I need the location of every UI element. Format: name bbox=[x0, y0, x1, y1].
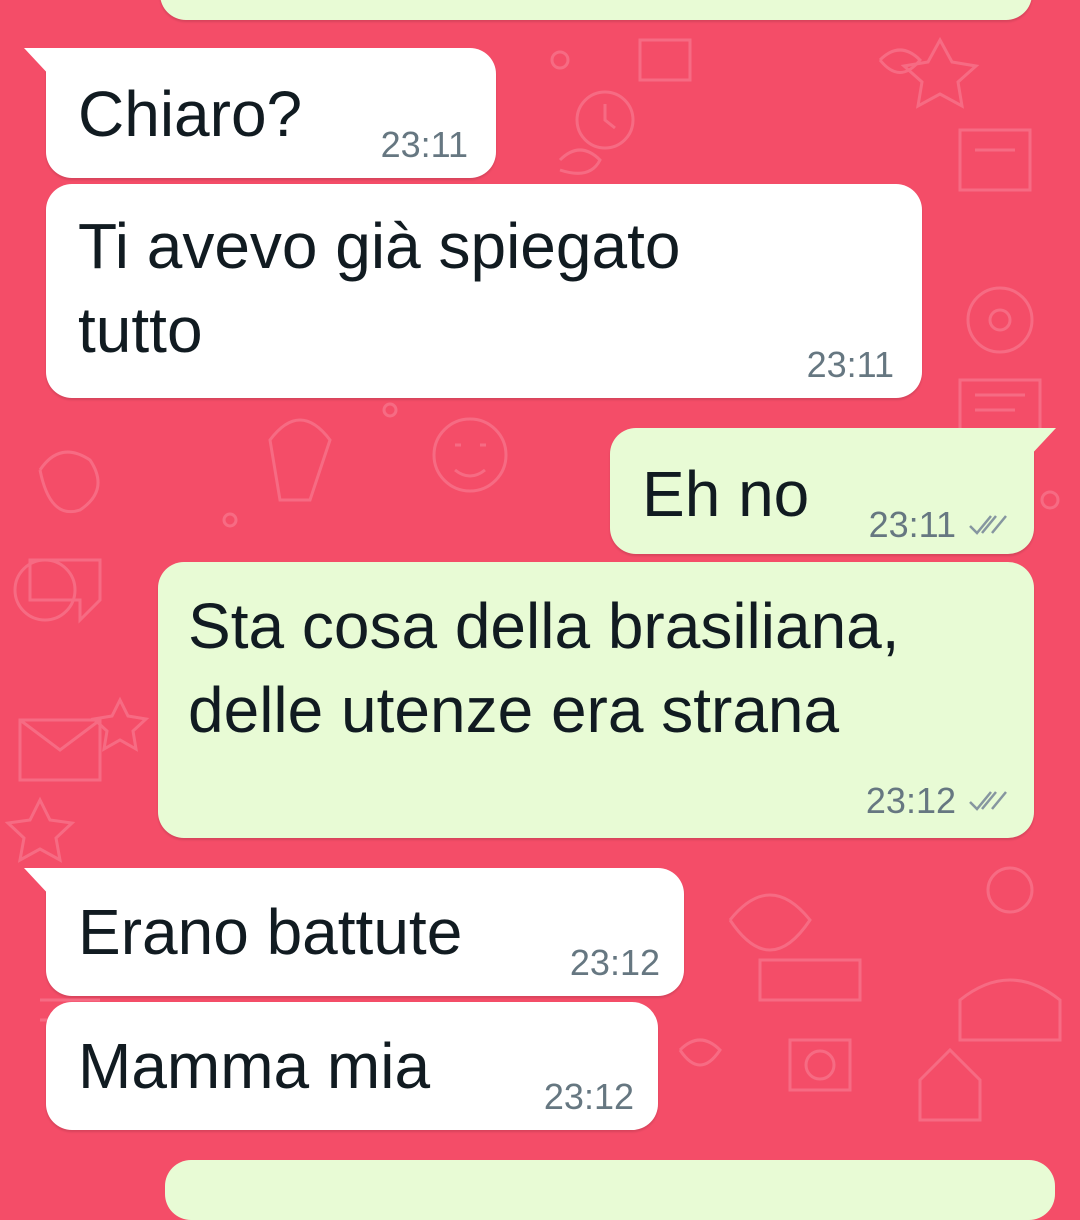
message-time: 23:11 bbox=[380, 124, 468, 165]
message-text: Ti avevo già spiegato tutto bbox=[78, 210, 681, 366]
message-meta: 23:11 bbox=[869, 504, 1008, 546]
message-meta: 23:11 bbox=[381, 124, 468, 166]
message-text: Chiaro? bbox=[78, 78, 303, 150]
message-bubble-outgoing[interactable]: Eh no 23:11 bbox=[610, 428, 1056, 554]
message-bubble-partial bbox=[160, 0, 1032, 20]
message-meta: 23:11 bbox=[807, 344, 894, 386]
message-text: Eh no bbox=[642, 458, 810, 530]
message-bubble-incoming[interactable]: Ti avevo già spiegato tutto 23:11 bbox=[46, 184, 922, 398]
message-text: Erano battute bbox=[78, 896, 463, 968]
message-bubble-outgoing[interactable]: Sta cosa della brasiliana, delle utenze … bbox=[158, 562, 1034, 838]
message-bubble-incoming[interactable]: Chiaro? 23:11 bbox=[24, 48, 496, 178]
double-check-icon bbox=[969, 515, 1007, 535]
bubble-tail bbox=[1028, 428, 1056, 458]
message-bubble-partial bbox=[165, 1160, 1055, 1220]
message-text: Mamma mia bbox=[78, 1030, 431, 1102]
message-time: 23:12 bbox=[569, 942, 660, 983]
bubble-tail bbox=[24, 48, 52, 78]
message-time: 23:12 bbox=[865, 780, 956, 821]
message-meta: 23:12 bbox=[866, 780, 1008, 822]
message-time: 23:11 bbox=[868, 504, 956, 545]
message-meta: 23:12 bbox=[544, 1076, 634, 1118]
bubble-tail bbox=[24, 868, 52, 898]
double-check-icon bbox=[969, 791, 1007, 811]
message-meta: 23:12 bbox=[570, 942, 660, 984]
message-bubble-incoming[interactable]: Erano battute 23:12 bbox=[24, 868, 684, 996]
message-text: Sta cosa della brasiliana, delle utenze … bbox=[188, 590, 900, 746]
message-time: 23:11 bbox=[806, 344, 894, 385]
message-bubble-incoming[interactable]: Mamma mia 23:12 bbox=[46, 1002, 658, 1130]
message-time: 23:12 bbox=[543, 1076, 634, 1117]
